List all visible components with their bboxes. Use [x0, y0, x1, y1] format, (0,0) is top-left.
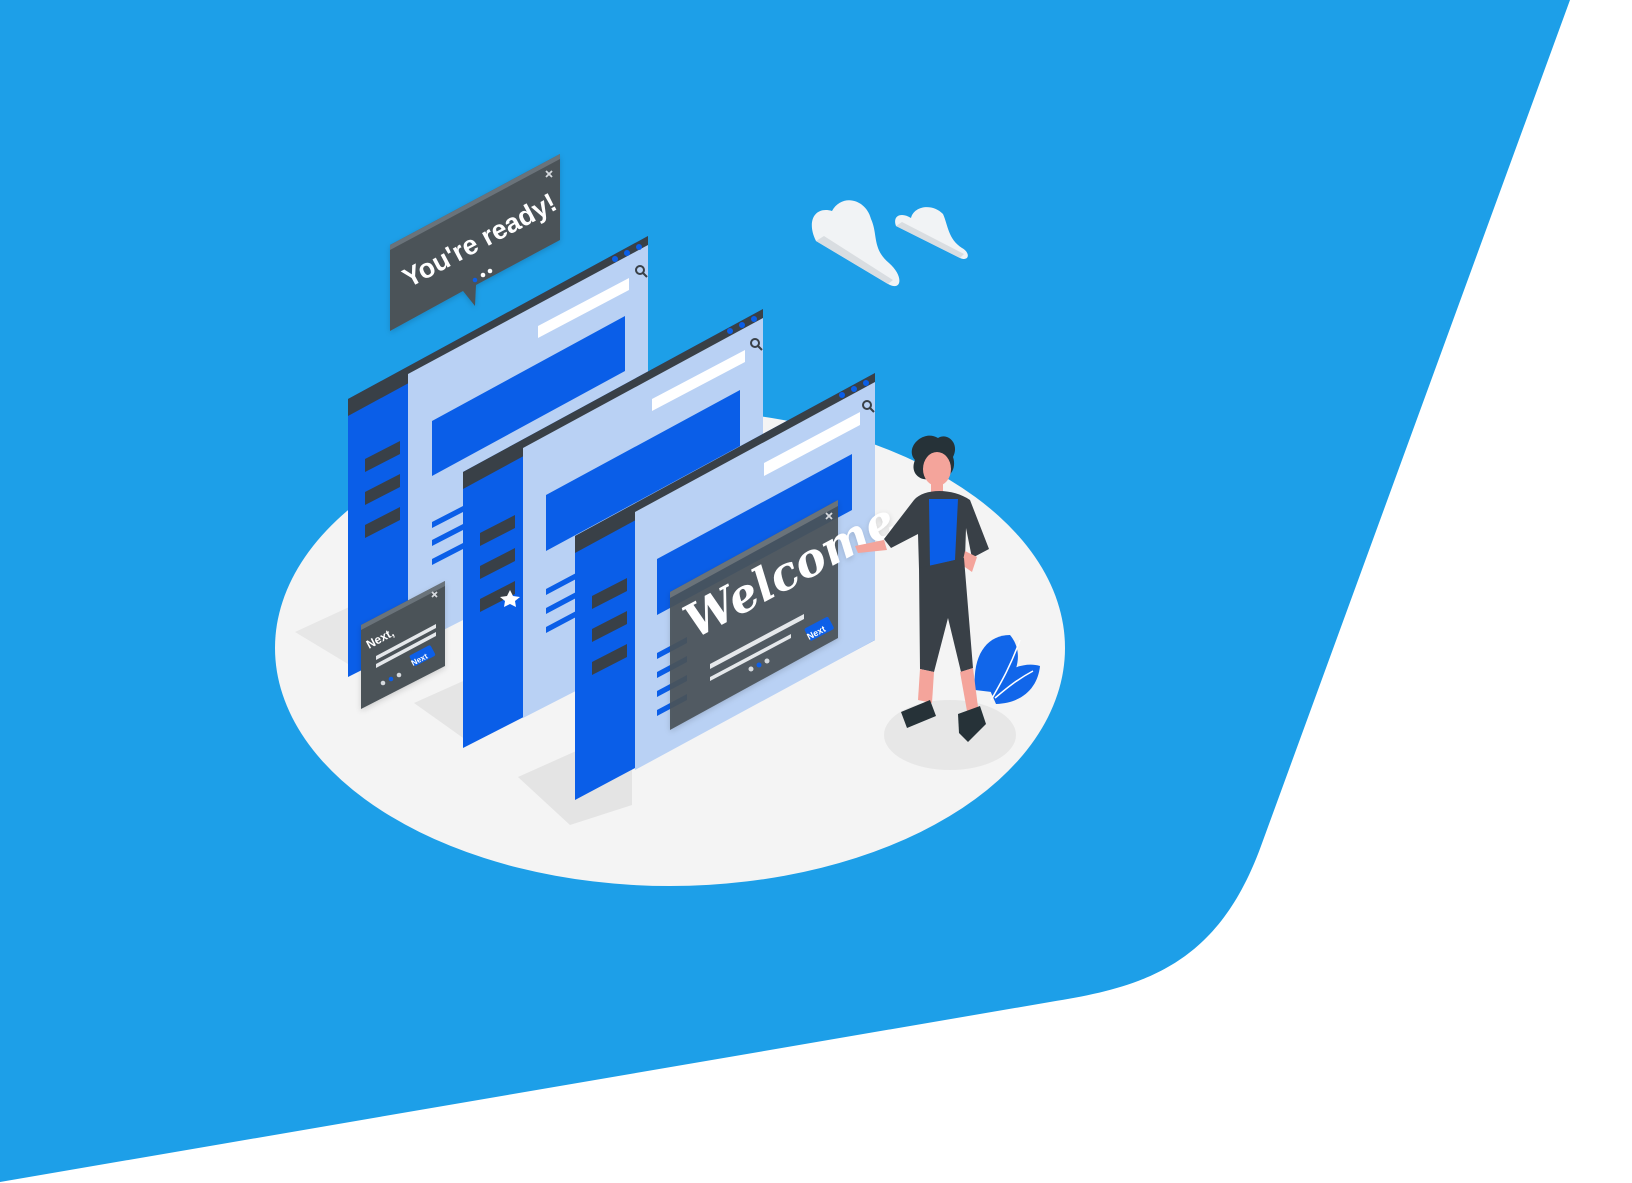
ready-popup-dot: [487, 268, 493, 274]
window-control-dot: [727, 328, 733, 334]
illustration-stage: You're ready! Next, Next Welcome Next: [0, 0, 1632, 1183]
pager-dot: [748, 666, 754, 672]
window-control-dot: [612, 256, 618, 262]
pager-dot: [396, 672, 402, 678]
window-control-dot: [636, 244, 642, 250]
pager-dot: [764, 658, 770, 664]
window-control-dot: [751, 316, 757, 322]
window-control-dot: [624, 250, 630, 256]
pager-dot: [388, 676, 394, 682]
onboarding-illustration: You're ready! Next, Next Welcome Next: [0, 0, 1570, 1182]
window-control-dot: [739, 322, 745, 328]
ready-popup-dot: [480, 272, 486, 278]
ready-popup-dot: [472, 277, 478, 283]
pager-dot: [380, 680, 386, 686]
person-shadow: [884, 700, 1016, 770]
window-control-dot: [851, 386, 857, 392]
window-control-dot: [839, 392, 845, 398]
window-control-dot: [863, 380, 869, 386]
pager-dot: [756, 662, 762, 668]
